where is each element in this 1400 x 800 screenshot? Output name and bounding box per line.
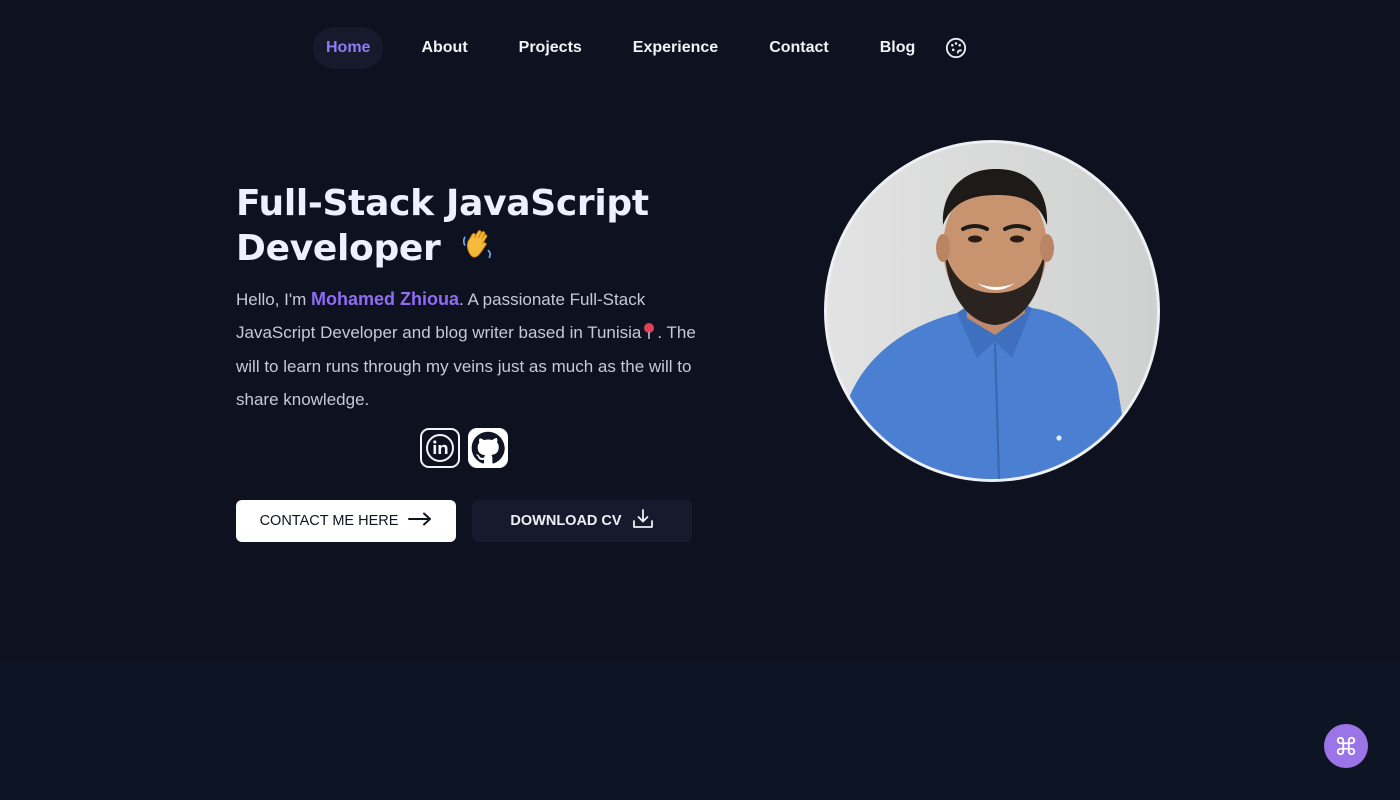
- github-icon[interactable]: [468, 428, 508, 468]
- arrow-right-icon: [408, 512, 432, 530]
- intro-prefix: Hello, I'm: [236, 290, 312, 309]
- download-cv-button[interactable]: DOWNLOAD CV: [472, 500, 692, 542]
- hero-title-line1: Full-Stack JavaScript: [236, 183, 649, 224]
- author-name: Mohamed Zhioua: [311, 289, 460, 309]
- page: Home About Projects Experience Contact B…: [0, 0, 1400, 800]
- linkedin-icon[interactable]: [420, 428, 460, 468]
- palette-icon[interactable]: [944, 36, 968, 60]
- download-icon: [632, 509, 654, 533]
- top-nav: Home About Projects Experience Contact B…: [313, 27, 968, 69]
- nav-blog[interactable]: Blog: [867, 27, 929, 69]
- hero-title: Full-Stack JavaScript Developer: [236, 182, 706, 275]
- hero-intro: Hello, I'm Mohamed Zhioua. A passionate …: [236, 283, 696, 416]
- social-links: [420, 428, 508, 468]
- lower-section: [0, 661, 1400, 800]
- profile-photo: [824, 140, 1160, 482]
- nav-home[interactable]: Home: [313, 27, 384, 69]
- nav-experience[interactable]: Experience: [620, 27, 731, 69]
- location-pin-icon: [642, 319, 656, 352]
- contact-me-label: CONTACT ME HERE: [259, 513, 399, 529]
- command-icon[interactable]: [1324, 724, 1368, 768]
- contact-me-button[interactable]: CONTACT ME HERE: [236, 500, 456, 542]
- download-cv-label: DOWNLOAD CV: [510, 513, 622, 529]
- wave-hand-icon: [459, 226, 497, 275]
- nav-about[interactable]: About: [408, 27, 480, 69]
- nav-projects[interactable]: Projects: [506, 27, 595, 69]
- nav-contact[interactable]: Contact: [756, 27, 842, 69]
- hero-title-line2: Developer: [236, 228, 441, 269]
